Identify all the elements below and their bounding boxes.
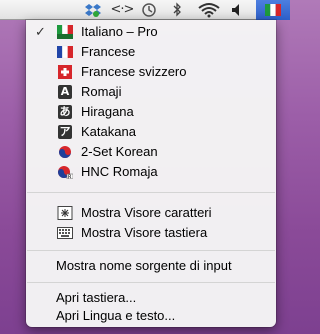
- bluetooth-icon[interactable]: [170, 0, 184, 19]
- time-machine-icon[interactable]: [140, 0, 158, 19]
- romaji-icon: A: [58, 85, 72, 99]
- volume-icon[interactable]: [228, 0, 248, 19]
- menu-item-open-keyboard[interactable]: Apri tastiera...: [26, 288, 276, 308]
- menu-item-francese-svizzero[interactable]: Francese svizzero: [26, 62, 276, 82]
- italian-pro-flag-icon: [57, 25, 73, 39]
- menu-item-keyboard-viewer[interactable]: Mostra Visore tastiera: [26, 223, 276, 243]
- dropbox-icon[interactable]: [84, 0, 102, 19]
- menu-item-character-viewer[interactable]: Mostra Visore caratteri: [26, 203, 276, 223]
- menu-item-show-input-source-name[interactable]: Mostra nome sorgente di input: [26, 256, 276, 276]
- menu-item-hnc-romaja[interactable]: R HNC Romaja: [26, 162, 276, 182]
- katakana-icon: ア: [58, 125, 72, 139]
- wifi-icon[interactable]: [197, 0, 221, 19]
- menu-item-2-set-korean[interactable]: 2-Set Korean: [26, 142, 276, 162]
- menu-separator: [27, 250, 275, 251]
- menu-item-romaji[interactable]: A Romaji: [26, 82, 276, 102]
- svg-text:R: R: [68, 174, 72, 179]
- menu-separator: [27, 192, 275, 193]
- menu-item-italiano-pro[interactable]: ✓ Italiano – Pro: [26, 22, 276, 42]
- swiss-flag-icon: [58, 65, 72, 79]
- keyboard-viewer-icon: [57, 227, 73, 239]
- menu-item-open-language-text[interactable]: Apri Lingua e testo...: [26, 306, 276, 326]
- menu-separator: [27, 282, 275, 283]
- menu-item-katakana[interactable]: ア Katakana: [26, 122, 276, 142]
- checkmark-icon: ✓: [35, 24, 46, 39]
- menu-bar: <·>: [0, 0, 290, 20]
- character-viewer-icon: [57, 206, 73, 220]
- french-flag-icon: [57, 45, 73, 59]
- hiragana-icon: あ: [58, 105, 72, 119]
- menu-item-hiragana[interactable]: あ Hiragana: [26, 102, 276, 122]
- input-source-flag-icon[interactable]: [256, 0, 290, 20]
- korean-flag-icon: [59, 146, 71, 158]
- korean-romaja-flag-icon: R: [58, 166, 73, 179]
- menu-item-francese[interactable]: Francese: [26, 42, 276, 62]
- remote-display-icon[interactable]: <·>: [110, 0, 135, 19]
- input-menu: ✓ Italiano – Pro Francese Francese svizz…: [26, 20, 276, 327]
